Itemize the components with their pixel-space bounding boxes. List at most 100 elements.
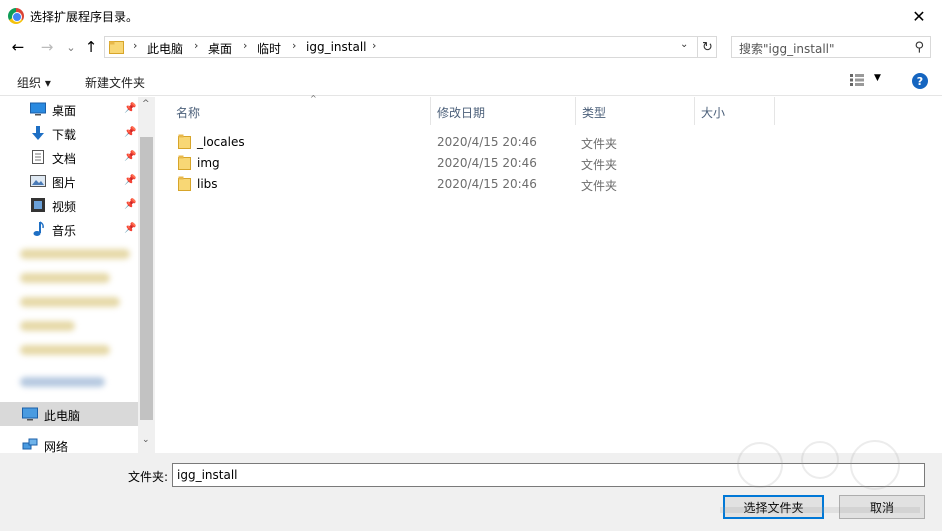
back-button[interactable]: ← <box>8 37 28 57</box>
breadcrumb-separator[interactable]: › <box>133 39 137 52</box>
sidebar-item-videos[interactable]: 视频 📌 <box>0 193 138 217</box>
download-icon <box>32 126 44 140</box>
folder-field-label: 文件夹: <box>128 470 169 484</box>
sidebar-item-desktop[interactable]: 桌面 📌 <box>0 97 138 121</box>
pin-icon[interactable]: 📌 <box>124 223 136 234</box>
file-modified: 2020/4/15 20:46 <box>437 177 537 191</box>
file-type: 文件夹 <box>581 137 618 151</box>
redacted-item[interactable] <box>20 273 110 283</box>
column-header-modified[interactable]: 修改日期 <box>431 97 576 125</box>
sidebar-item-label: 音乐 <box>52 224 77 238</box>
redacted-item[interactable] <box>20 321 75 331</box>
sidebar-item-downloads[interactable]: 下载 📌 <box>0 121 138 145</box>
new-folder-button[interactable]: 新建文件夹 <box>85 74 145 91</box>
scroll-thumb[interactable] <box>140 137 153 420</box>
dialog-footer: 文件夹: igg_install 选择文件夹 取消 <box>0 453 942 531</box>
pin-icon[interactable]: 📌 <box>124 151 136 162</box>
recent-locations-button[interactable]: ⌄ <box>61 37 81 57</box>
document-icon <box>32 150 44 164</box>
scroll-down-button[interactable]: ⌄ <box>142 435 150 445</box>
scroll-up-button[interactable]: ^ <box>142 99 150 109</box>
breadcrumb-separator[interactable]: › <box>194 39 198 52</box>
address-dropdown-button[interactable]: ⌄ <box>680 39 688 50</box>
network-icon <box>22 438 38 450</box>
file-row[interactable]: img 2020/4/15 20:46 文件夹 <box>174 152 774 173</box>
forward-button[interactable]: → <box>37 37 57 57</box>
folder-icon <box>109 41 124 54</box>
computer-icon <box>22 407 38 421</box>
chrome-icon <box>8 8 24 24</box>
folder-icon <box>178 176 191 191</box>
up-button[interactable]: ↑ <box>81 37 101 57</box>
refresh-button[interactable]: ↻ <box>697 37 717 57</box>
sidebar-item-pictures[interactable]: 图片 📌 <box>0 169 138 193</box>
redacted-item[interactable] <box>20 249 130 259</box>
column-label: 类型 <box>582 106 607 120</box>
navigation-pane: 桌面 📌 下载 📌 文档 📌 图片 📌 视频 📌 音乐 📌 此电脑 网络 ^ ⌄ <box>0 97 155 454</box>
music-icon <box>33 221 44 236</box>
command-bar: 组织 ▾ 新建文件夹 ▼ ? <box>0 66 942 96</box>
redacted-item[interactable] <box>20 345 110 355</box>
breadcrumb-temp[interactable]: 临时 <box>257 40 281 57</box>
file-name: _locales <box>197 135 245 149</box>
picture-icon <box>30 175 46 187</box>
file-type: 文件夹 <box>581 158 618 172</box>
search-input[interactable]: 搜索"igg_install" <box>739 40 835 57</box>
file-row[interactable]: libs 2020/4/15 20:46 文件夹 <box>174 173 774 194</box>
sidebar-item-label: 桌面 <box>52 104 77 118</box>
redacted-item[interactable] <box>20 377 105 387</box>
file-type: 文件夹 <box>581 179 618 193</box>
folder-icon <box>178 134 191 149</box>
address-bar[interactable]: › 此电脑 › 桌面 › 临时 › igg_install › ⌄ ↻ <box>104 36 717 58</box>
column-header-name[interactable]: 名称 ^ <box>170 94 431 125</box>
desktop-icon <box>30 102 46 116</box>
file-name: img <box>197 156 220 170</box>
folder-icon <box>178 155 191 170</box>
sidebar-item-music[interactable]: 音乐 📌 <box>0 217 138 241</box>
file-modified: 2020/4/15 20:46 <box>437 135 537 149</box>
search-icon[interactable]: ⚲ <box>914 40 924 55</box>
video-icon <box>31 198 45 212</box>
pin-icon[interactable]: 📌 <box>124 127 136 138</box>
title-bar: 选择扩展程序目录。 ✕ <box>0 0 942 32</box>
view-dropdown-button[interactable]: ▼ <box>874 73 881 83</box>
search-box[interactable]: 搜索"igg_install" ⚲ <box>731 36 931 58</box>
breadcrumb-separator[interactable]: › <box>292 39 296 52</box>
column-header-type[interactable]: 类型 <box>576 97 695 125</box>
dialog-title: 选择扩展程序目录。 <box>30 10 139 24</box>
select-folder-button[interactable]: 选择文件夹 <box>723 495 824 519</box>
file-name: libs <box>197 177 218 191</box>
column-label: 大小 <box>701 106 726 120</box>
sidebar-scrollbar[interactable]: ^ ⌄ <box>138 97 155 453</box>
file-row[interactable]: _locales 2020/4/15 20:46 文件夹 <box>174 131 774 152</box>
column-label: 名称 <box>176 106 201 120</box>
sidebar-item-label: 视频 <box>52 200 77 214</box>
sidebar-item-documents[interactable]: 文档 📌 <box>0 145 138 169</box>
pin-icon[interactable]: 📌 <box>124 103 136 114</box>
organize-button[interactable]: 组织 ▾ <box>17 74 51 91</box>
pin-icon[interactable]: 📌 <box>124 175 136 186</box>
column-header-size[interactable]: 大小 <box>695 97 775 125</box>
breadcrumb-separator[interactable]: › <box>372 39 376 52</box>
close-button[interactable]: ✕ <box>896 0 942 32</box>
navigation-bar: ← → ⌄ ↑ › 此电脑 › 桌面 › 临时 › igg_install › … <box>0 32 942 62</box>
sidebar-item-label: 图片 <box>52 176 77 190</box>
breadcrumb-desktop[interactable]: 桌面 <box>208 40 232 57</box>
redacted-item[interactable] <box>20 297 120 307</box>
sort-ascending-icon: ^ <box>310 94 317 103</box>
view-options-icon[interactable] <box>850 74 864 86</box>
column-label: 修改日期 <box>437 106 486 120</box>
breadcrumb-separator[interactable]: › <box>243 39 247 52</box>
sidebar-item-label: 文档 <box>52 152 77 166</box>
sidebar-item-label: 下载 <box>52 128 77 142</box>
sidebar-item-this-pc[interactable]: 此电脑 <box>0 402 138 426</box>
file-modified: 2020/4/15 20:46 <box>437 156 537 170</box>
cancel-button[interactable]: 取消 <box>839 495 925 519</box>
breadcrumb-igg-install[interactable]: igg_install <box>306 40 367 54</box>
folder-name-field[interactable]: igg_install <box>172 463 925 487</box>
pin-icon[interactable]: 📌 <box>124 199 136 210</box>
sidebar-item-label: 此电脑 <box>44 409 81 423</box>
help-icon[interactable]: ? <box>912 73 928 89</box>
folder-name-value[interactable]: igg_install <box>177 468 238 482</box>
breadcrumb-this-pc[interactable]: 此电脑 <box>147 40 183 57</box>
